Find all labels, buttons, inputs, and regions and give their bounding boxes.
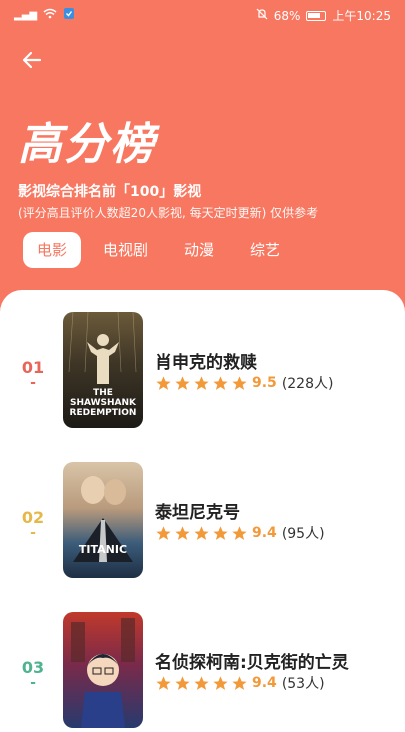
status-left: ▂▄▆ (14, 7, 75, 23)
poster-caption: TITANIC (78, 543, 128, 556)
movie-title[interactable]: 名侦探柯南:贝克街的亡灵 (155, 648, 349, 673)
rank-dash: - (30, 375, 36, 391)
star-icon (232, 675, 247, 690)
star-icon (156, 675, 171, 690)
poster-anime-icon (71, 618, 135, 728)
ranking-list: 01 - THE SHAWSHANK REDEMPTION 肖申克的救赎 9.5… (0, 290, 405, 728)
rank-dash: - (30, 675, 36, 691)
score: 9.4 (252, 525, 277, 541)
poster-ship-icon (73, 476, 133, 562)
rank-number: 01 - (20, 358, 46, 391)
star-icon (213, 525, 228, 540)
star-icon (213, 375, 228, 390)
signal-icon: ▂▄▆ (14, 9, 38, 21)
rank-dash: - (30, 525, 36, 541)
vote-count: (228人) (281, 376, 334, 392)
star-icon (156, 525, 171, 540)
rank-number: 03 - (20, 658, 46, 691)
star-icon (194, 525, 209, 540)
star-icon (194, 675, 209, 690)
poster-caption: THE SHAWSHANK REDEMPTION (69, 388, 137, 418)
star-icon (194, 375, 209, 390)
battery-percent: 68% (273, 8, 301, 23)
vote-count: (95人) (281, 526, 325, 542)
rating-row: 9.5 (228人) (155, 373, 333, 393)
tab-variety[interactable]: 综艺 (236, 232, 294, 268)
star-icon (232, 375, 247, 390)
list-item[interactable]: 02 - TITANIC 泰坦尼克号 9.4 (95人) (0, 462, 405, 582)
score: 9.5 (252, 375, 277, 391)
movie-poster[interactable] (63, 612, 143, 728)
back-button[interactable] (20, 48, 44, 72)
category-tabs: 电影 电视剧 动漫 综艺 (23, 232, 294, 268)
rating-row: 9.4 (53人) (155, 673, 325, 693)
star-icon (175, 525, 190, 540)
list-item[interactable]: 03 - 名侦探柯南:贝克街的亡灵 9.4 (53人) (0, 612, 405, 732)
rating-row: 9.4 (95人) (155, 523, 325, 543)
header-banner: ▂▄▆ 68% 上午10:25 高分榜 影视综合排名前「100」影视 (评分高且… (0, 0, 405, 320)
star-icon (156, 375, 171, 390)
battery-icon (306, 10, 327, 21)
list-item[interactable]: 01 - THE SHAWSHANK REDEMPTION 肖申克的救赎 9.5… (0, 312, 405, 432)
movie-poster[interactable]: TITANIC (63, 462, 143, 578)
page-subtitle: 影视综合排名前「100」影视 (18, 184, 202, 200)
arrow-left-icon (22, 51, 42, 69)
page-title: 高分榜 (18, 119, 156, 170)
rank-number: 02 - (20, 508, 46, 541)
star-icon (213, 675, 228, 690)
status-right: 68% 上午10:25 (256, 7, 391, 24)
score: 9.4 (252, 675, 277, 691)
star-icon (175, 375, 190, 390)
star-icon (175, 675, 190, 690)
movie-title[interactable]: 泰坦尼克号 (155, 498, 240, 523)
vote-count: (53人) (281, 676, 325, 692)
shield-icon (63, 7, 75, 23)
tab-movie[interactable]: 电影 (23, 232, 82, 268)
mute-icon (256, 8, 268, 23)
tab-anime[interactable]: 动漫 (170, 232, 228, 268)
movie-title[interactable]: 肖申克的救赎 (155, 348, 257, 373)
star-icon (232, 525, 247, 540)
wifi-icon (43, 8, 57, 22)
clock: 上午10:25 (332, 9, 391, 23)
movie-poster[interactable]: THE SHAWSHANK REDEMPTION (63, 312, 143, 428)
tab-tv-series[interactable]: 电视剧 (89, 232, 162, 268)
status-bar: ▂▄▆ 68% 上午10:25 (0, 0, 405, 30)
page-note: (评分高且评价人数超20人影视, 每天定时更新) 仅供参考 (18, 206, 319, 220)
